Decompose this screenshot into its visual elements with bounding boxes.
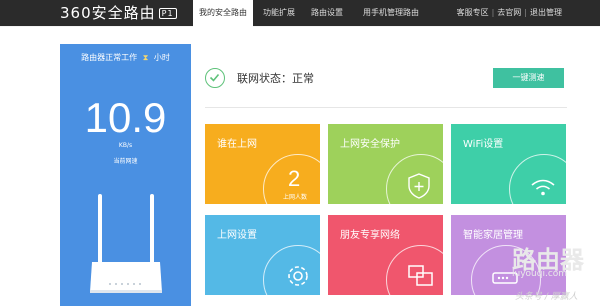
tile-friend-network[interactable]: 朋友专享网络 [328, 215, 443, 295]
link-separator: | [491, 8, 495, 17]
logo-badge: P1 [158, 8, 177, 19]
speed-test-button[interactable]: 一键测速 [493, 68, 564, 88]
gear-icon [288, 266, 308, 286]
logout-link[interactable]: 退出管理 [530, 8, 562, 17]
tile-title: 谁在上网 [217, 139, 257, 150]
top-nav-bar: 360安全路由 P1 我的安全路由 功能扩展 路由设置 用手机管理路由 客服专区 |… [0, 0, 600, 27]
tile-title: 朋友专享网络 [340, 230, 400, 241]
top-links: 客服专区 | 去官网 | 退出管理 [457, 0, 562, 26]
hours-label: 小时 [153, 53, 170, 62]
support-link[interactable]: 客服专区 [457, 8, 489, 17]
divider [205, 107, 567, 108]
tile-title: 上网设置 [217, 230, 257, 241]
link-separator: | [524, 8, 527, 17]
speed-unit: KB/s [118, 142, 133, 149]
logo-text: 360安全路由 [60, 4, 156, 22]
nav-tab-router-settings[interactable]: 路由设置 [303, 0, 351, 26]
router-status-text: 路由器正常工作 [81, 53, 138, 62]
tile-title: 上网安全保护 [340, 139, 400, 150]
screens-icon [408, 265, 433, 286]
watermark-caption: 头条号 / 厚赢人 [515, 292, 578, 302]
watermark-url: luyouqi.com [512, 269, 568, 279]
tile-title: 智能家居管理 [463, 230, 523, 241]
current-speed-value: 10.9 [84, 94, 167, 141]
tile-who-online[interactable]: 谁在上网 2 上网人数 [205, 124, 320, 204]
shield-plus-icon [408, 173, 430, 199]
hourglass-icon: ⧗ [142, 53, 149, 62]
nav-tab-my-router[interactable]: 我的安全路由 [193, 0, 253, 27]
online-user-count-label: 上网人数 [283, 194, 308, 201]
tile-internet-settings[interactable]: 上网设置 [205, 215, 320, 295]
tile-wifi-settings[interactable]: WiFi设置 [451, 124, 566, 204]
tile-security-protection[interactable]: 上网安全保护 [328, 124, 443, 204]
check-circle-icon [205, 68, 225, 88]
official-site-link[interactable]: 去官网 [497, 8, 521, 17]
speed-label: 当前网速 [113, 158, 138, 165]
app-logo[interactable]: 360安全路由 P1 [60, 4, 177, 22]
connection-status-text: 联网状态：正常 [237, 72, 314, 85]
nav-tab-extensions[interactable]: 功能扩展 [255, 0, 303, 26]
online-user-count: 2 [288, 166, 301, 191]
router-status-panel: 路由器正常工作 ⧗ 小时 10.9 KB/s 当前网速 [60, 44, 191, 306]
router-illustration [90, 194, 162, 293]
wifi-icon [531, 179, 555, 196]
tile-title: WiFi设置 [463, 139, 504, 150]
router-status-line: 路由器正常工作 ⧗ 小时 [60, 52, 191, 63]
nav-tab-mobile-manage[interactable]: 用手机管理路由 [351, 0, 431, 26]
